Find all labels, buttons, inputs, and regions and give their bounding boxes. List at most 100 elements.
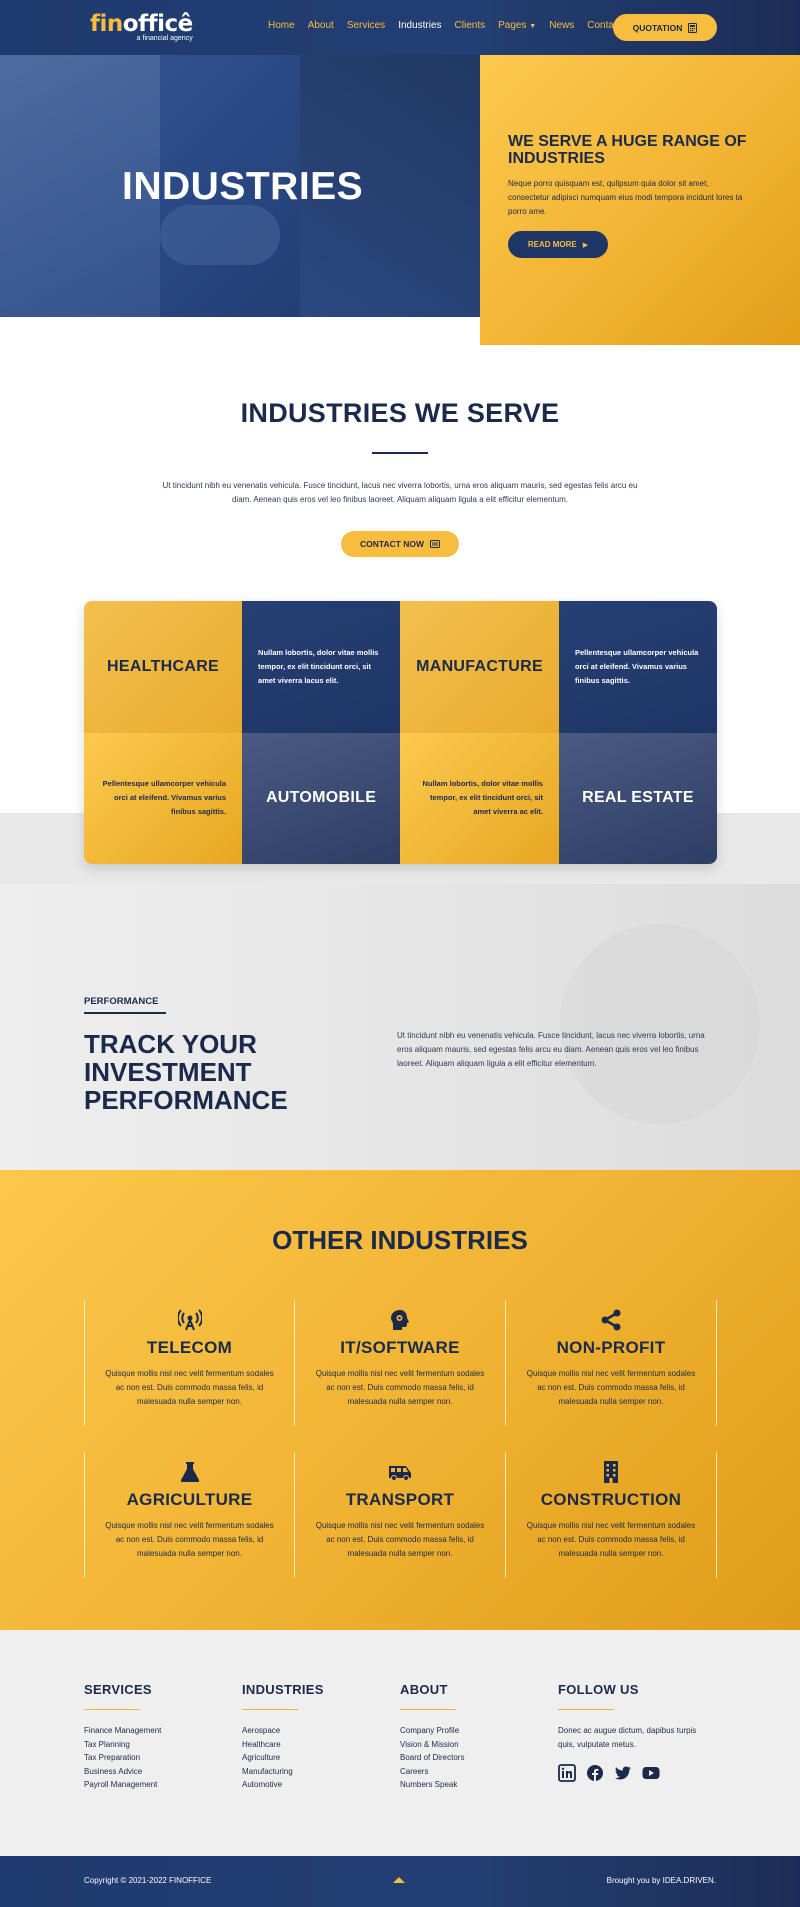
industry-agriculture-text: Quisque mollis nisl nec velit fermentum … [105,1521,274,1558]
tile-text-3-content: Pellentesque ullamcorper vehicula orci a… [102,779,227,817]
footer-link[interactable]: Numbers Speak [400,1778,560,1792]
footer-link[interactable]: Tax Preparation [84,1751,244,1765]
nav-news[interactable]: News [549,20,574,31]
hero-title: INDUSTRIES [122,165,364,208]
read-more-button[interactable]: READ MORE ▶ [508,231,608,258]
performance-text: Ut tincidunt nibh eu venenatis vehicula.… [397,1031,705,1068]
hero-card-title: WE SERVE A HUGE RANGE OF INDUSTRIES [508,133,747,167]
nav-services[interactable]: Services [347,20,385,31]
caret-down-icon: ▼ [529,23,537,30]
footer-follow-title: FOLLOW US [558,1682,639,1697]
site-footer: SERVICES Finance Management Tax Planning… [0,1630,800,1856]
industry-it-software: IT/SOFTWARE Quisque mollis nisl nec veli… [295,1300,506,1426]
tile-manufacture[interactable]: MANUFACTURE [400,601,559,733]
footer-industries: INDUSTRIES Aerospace Healthcare Agricult… [242,1682,402,1792]
footer-follow-text: Donec ac augue dictum, dapibus turpis qu… [558,1726,697,1749]
nav-clients[interactable]: Clients [455,20,486,31]
performance-section: PERFORMANCE TRACK YOUR INVESTMENT PERFOR… [0,884,800,1170]
footer-link[interactable]: Automotive [242,1778,402,1792]
footer-link[interactable]: Payroll Management [84,1778,244,1792]
linkedin-icon[interactable] [558,1764,576,1782]
flask-icon [180,1462,199,1482]
nav-about[interactable]: About [308,20,334,31]
tile-text-2: Pellentesque ullamcorper vehicula orci a… [558,601,717,733]
performance-label: PERFORMANCE [84,996,159,1007]
logo-fin: fin [90,11,123,37]
industry-non-profit: NON-PROFIT Quisque mollis nisl nec velit… [506,1300,717,1426]
read-more-label: READ MORE [527,240,577,249]
logo[interactable]: finofficê a financial agency [90,12,193,42]
industry-it-software-name: IT/SOFTWARE [340,1338,460,1357]
industry-construction: CONSTRUCTION Quisque mollis nisl nec vel… [506,1452,717,1578]
footer-services: SERVICES Finance Management Tax Planning… [84,1682,244,1792]
serve-divider [372,452,428,454]
footer-link[interactable]: Business Advice [84,1765,244,1779]
caret-right-icon: ▶ [582,241,589,249]
calculator-icon [688,22,698,33]
twitter-icon[interactable] [614,1764,632,1782]
tile-text-1-content: Nullam lobortis, dolor vitae mollis temp… [258,647,379,685]
broadcast-tower-icon [177,1309,202,1331]
footer-link[interactable]: Careers [400,1765,560,1779]
footer-link[interactable]: Board of Directors [400,1751,560,1765]
footer-link[interactable]: Aerospace [242,1724,402,1738]
industry-transport: TRANSPORT Quisque mollis nisl nec velit … [295,1452,506,1578]
tile-real-estate[interactable]: REAL ESTATE [558,732,717,864]
footer-link[interactable]: Agriculture [242,1751,402,1765]
footer-link[interactable]: Manufacturing [242,1765,402,1779]
industry-transport-text: Quisque mollis nisl nec velit fermentum … [315,1521,485,1558]
tile-text-4: Nullam lobortis, dolor vitae mollis temp… [400,732,559,864]
footer-link[interactable]: Healthcare [242,1738,402,1752]
youtube-icon[interactable] [642,1764,660,1782]
tile-real-estate-label: REAL ESTATE [582,789,694,807]
industry-non-profit-text: Quisque mollis nisl nec velit fermentum … [526,1369,696,1406]
logo-office: officê [122,11,193,37]
industry-agriculture-name: AGRICULTURE [126,1490,253,1509]
industry-construction-text: Quisque mollis nisl nec velit fermentum … [526,1521,696,1558]
tile-manufacture-label: MANUFACTURE [416,657,543,675]
tile-automobile-label: AUTOMOBILE [265,789,377,807]
nav-home[interactable]: Home [268,20,295,31]
share-icon [601,1309,621,1331]
tile-healthcare-label: HEALTHCARE [107,657,220,675]
main-nav: Home About Services Industries Clients P… [268,20,635,31]
performance-divider [84,1012,166,1014]
tile-healthcare[interactable]: HEALTHCARE [84,601,243,733]
footer-follow: FOLLOW US Donec ac augue dictum, dapibus… [558,1682,718,1782]
footer-link[interactable]: Vision & Mission [400,1738,560,1752]
contact-now-button[interactable]: CONTACT NOW [341,531,459,557]
industries-grid-zone: HEALTHCARE Nullam lobortis, dolor vitae … [0,601,800,884]
tile-text-1: Nullam lobortis, dolor vitae mollis temp… [242,601,401,733]
footer-bottom-bar: Copyright © 2021-2022 FINOFFICE Brought … [0,1856,800,1907]
shuttle-van-icon [389,1466,411,1481]
industry-transport-name: TRANSPORT [345,1490,455,1509]
serve-title: INDUSTRIES WE SERVE [240,398,560,428]
scroll-top-icon[interactable] [393,1877,405,1883]
tile-automobile[interactable]: AUTOMOBILE [242,732,401,864]
footer-about: ABOUT Company Profile Vision & Mission B… [400,1682,560,1792]
building-icon [604,1461,618,1483]
industries-serve-section: INDUSTRIES WE SERVE Ut tincidunt nibh eu… [0,345,800,601]
social-links [558,1764,718,1782]
footer-about-title: ABOUT [400,1682,448,1697]
industry-agriculture: AGRICULTURE Quisque mollis nisl nec veli… [84,1452,295,1578]
industry-telecom-text: Quisque mollis nisl nec velit fermentum … [105,1369,274,1406]
hero-card: WE SERVE A HUGE RANGE OF INDUSTRIES Nequ… [480,55,800,345]
brain-gear-icon [391,1310,409,1330]
industry-construction-name: CONSTRUCTION [540,1490,682,1509]
industries-grid: HEALTHCARE Nullam lobortis, dolor vitae … [84,601,717,864]
hero-card-text: Neque porro quisquam est, qulipsum quia … [508,179,743,216]
tile-text-4-content: Nullam lobortis, dolor vitae mollis temp… [422,779,543,817]
nav-pages[interactable]: Pages ▼ [498,20,536,31]
industry-non-profit-name: NON-PROFIT [556,1338,666,1357]
copyright-text: Copyright © 2021-2022 FINOFFICE [84,1876,212,1885]
contact-now-label: CONTACT NOW [359,539,425,549]
quotation-button[interactable]: QUOTATION [613,14,717,41]
industry-telecom-name: TELECOM [146,1338,233,1357]
footer-link[interactable]: Tax Planning [84,1738,244,1752]
footer-link[interactable]: Company Profile [400,1724,560,1738]
nav-industries[interactable]: Industries [398,20,441,31]
quotation-label: QUOTATION [632,22,683,33]
footer-link[interactable]: Finance Management [84,1724,244,1738]
facebook-icon[interactable] [586,1764,604,1782]
